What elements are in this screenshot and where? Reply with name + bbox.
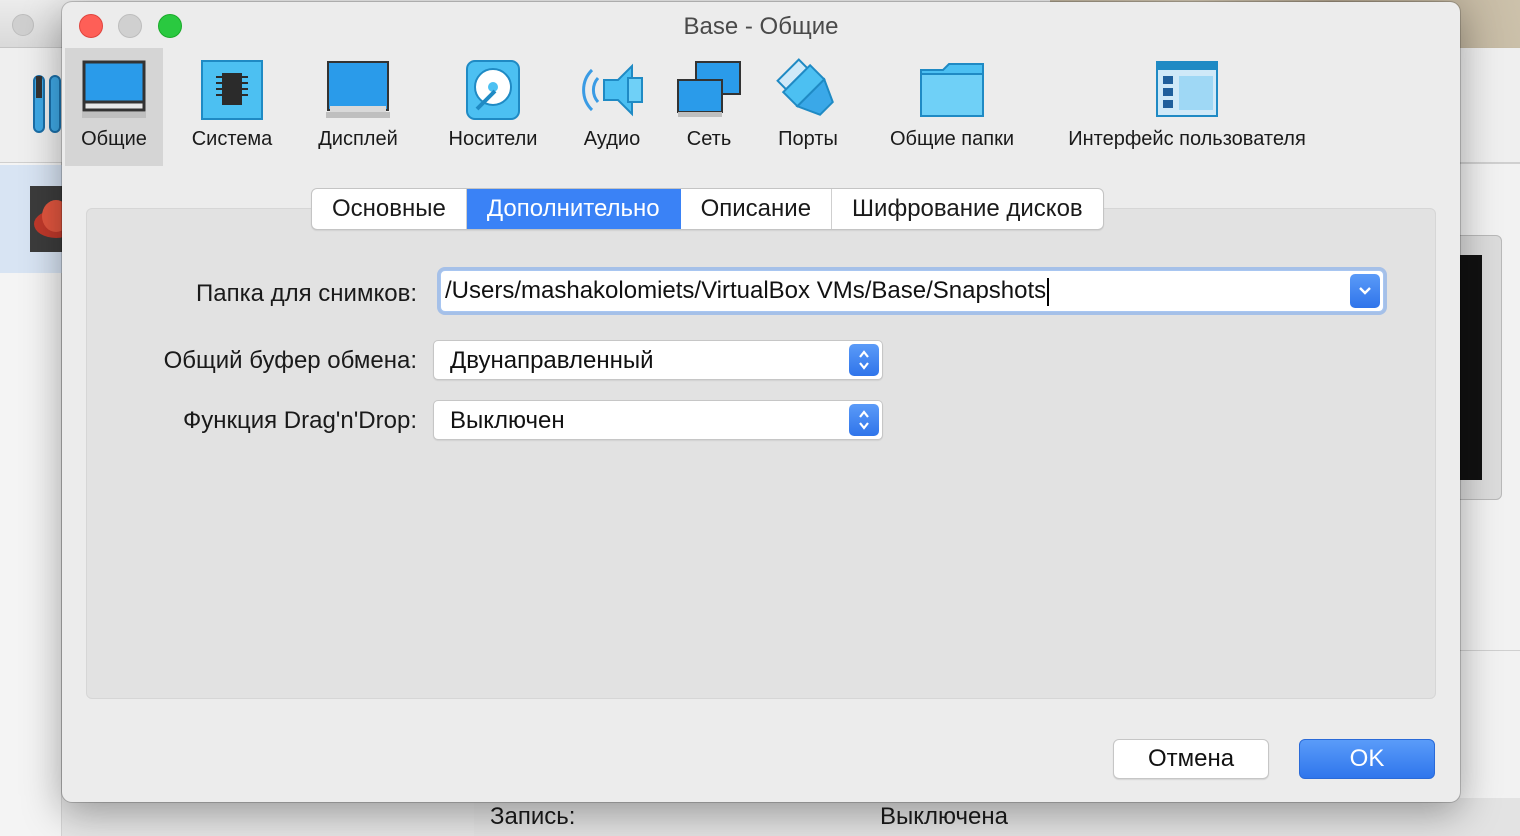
- dialog-title: Base - Общие: [683, 13, 839, 40]
- cancel-button[interactable]: Отмена: [1113, 739, 1269, 779]
- general-monitor-icon: [81, 58, 147, 122]
- up-down-chevron-icon: [859, 410, 869, 430]
- audio-speaker-icon: [579, 58, 645, 122]
- tab-disk-encryption[interactable]: Шифрование дисков: [832, 189, 1103, 229]
- vm-os-icon: [30, 186, 78, 257]
- user-interface-icon: [1154, 58, 1220, 122]
- snapshot-folder-label: Папка для снимков:: [195, 280, 417, 307]
- category-label: Аудио: [583, 128, 641, 150]
- main-window-close-button[interactable]: [12, 14, 34, 36]
- tab-description[interactable]: Описание: [681, 189, 833, 229]
- category-general[interactable]: Общие: [65, 48, 163, 166]
- dialog-titlebar: Base - Общие: [62, 2, 1460, 48]
- dragdrop-select-arrows[interactable]: [849, 404, 879, 436]
- settings-category-bar: Общие Система Дисплей Носители Аудио Сет…: [62, 48, 1460, 166]
- category-label: Порты: [778, 128, 838, 150]
- category-display[interactable]: Дисплей: [308, 48, 408, 166]
- recording-label: Запись:: [490, 803, 576, 830]
- category-storage[interactable]: Носители: [438, 48, 548, 166]
- snapshot-folder-combobox[interactable]: /Users/mashakolomiets/VirtualBox VMs/Bas…: [440, 270, 1384, 312]
- category-network[interactable]: Сеть: [674, 48, 744, 166]
- category-label: Дисплей: [318, 128, 398, 150]
- ports-icon: [775, 58, 841, 122]
- category-label: Интерфейс пользователя: [1068, 128, 1306, 150]
- category-label: Сеть: [686, 128, 732, 150]
- up-down-chevron-icon: [859, 350, 869, 370]
- snapshot-folder-input[interactable]: /Users/mashakolomiets/VirtualBox VMs/Bas…: [445, 277, 1050, 306]
- clipboard-select[interactable]: Двунаправленный: [433, 340, 883, 380]
- chevron-down-icon: [1359, 287, 1371, 295]
- dragdrop-select[interactable]: Выключен: [433, 400, 883, 440]
- details-divider: [1460, 163, 1520, 164]
- category-system[interactable]: Система: [182, 48, 282, 166]
- settings-dialog: Base - Общие Общие Система Дисплей Носит…: [62, 2, 1460, 802]
- system-chip-icon: [199, 58, 265, 122]
- storage-disk-icon: [460, 58, 526, 122]
- network-icon: [676, 58, 742, 122]
- category-label: Общие: [81, 128, 147, 150]
- category-label: Носители: [448, 128, 538, 150]
- tab-advanced[interactable]: Дополнительно: [466, 189, 681, 229]
- settings-tabs: Основные Дополнительно Описание Шифрован…: [311, 188, 1104, 230]
- category-ports[interactable]: Порты: [768, 48, 848, 166]
- clipboard-label: Общий буфер обмена:: [163, 347, 417, 374]
- vm-preview-screen: [1460, 255, 1482, 480]
- category-audio[interactable]: Аудио: [572, 48, 652, 166]
- category-label: Система: [191, 128, 273, 150]
- shared-folder-icon: [919, 58, 985, 122]
- display-monitor-icon: [325, 58, 391, 122]
- category-shared-folders[interactable]: Общие папки: [872, 48, 1032, 166]
- clipboard-select-arrows[interactable]: [849, 344, 879, 376]
- snapshot-folder-value: /Users/mashakolomiets/VirtualBox VMs/Bas…: [445, 277, 1047, 304]
- dragdrop-label: Функция Drag'n'Drop:: [182, 407, 417, 434]
- tools-icon[interactable]: [30, 72, 62, 141]
- category-user-interface[interactable]: Интерфейс пользователя: [1052, 48, 1322, 166]
- text-caret: [1047, 277, 1050, 306]
- clipboard-value: Двунаправленный: [450, 347, 654, 374]
- ok-button[interactable]: OK: [1299, 739, 1435, 779]
- dragdrop-value: Выключен: [450, 407, 565, 434]
- recording-value: Выключена: [880, 803, 1008, 830]
- category-label: Общие папки: [889, 128, 1015, 150]
- details-divider: [1460, 650, 1520, 651]
- tab-basic[interactable]: Основные: [312, 189, 467, 229]
- snapshot-folder-dropdown-button[interactable]: [1350, 274, 1380, 308]
